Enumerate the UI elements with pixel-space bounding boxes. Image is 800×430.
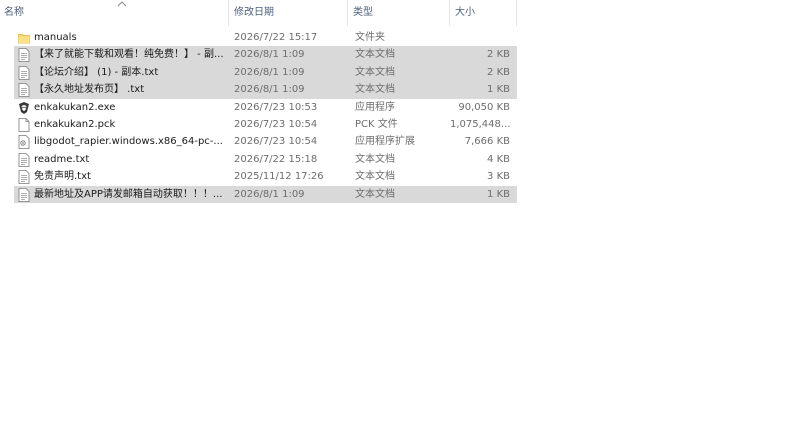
file-row[interactable]: enkakukan2.exe 2026/7/23 10:53 应用程序 90,050 … bbox=[14, 99, 517, 116]
file-row[interactable]: manuals 2026/7/22 15:17 文件夹 bbox=[14, 29, 517, 46]
file-modified-date: 2026/7/23 10:54 bbox=[234, 136, 318, 148]
file-name: readme.txt bbox=[34, 153, 90, 165]
column-header-name[interactable]: 名称 bbox=[0, 0, 229, 26]
file-modified-date: 2025/11/12 17:26 bbox=[234, 171, 324, 183]
file-size: 1 KB bbox=[487, 84, 510, 96]
column-header-bar: 名称 修改日期 类型 大小 bbox=[0, 0, 517, 26]
dll-file-icon bbox=[18, 135, 30, 150]
file-type: 文本文档 bbox=[355, 188, 395, 200]
file-modified-date: 2026/8/1 1:09 bbox=[234, 66, 305, 78]
blank-file-icon bbox=[18, 118, 30, 132]
file-modified-date: 2026/8/1 1:09 bbox=[234, 84, 305, 96]
file-name: 【论坛介绍】 (1) - 副本.txt bbox=[34, 66, 159, 78]
file-row[interactable]: 免责声明.txt 2025/11/12 17:26 文本文档 3 KB bbox=[14, 168, 517, 185]
text-file-icon bbox=[18, 152, 30, 167]
file-row[interactable]: 最新地址及APP请发邮箱自动获取！！！... 2026/8/1 1:09 文本文档 1… bbox=[14, 185, 517, 203]
file-type: 文本文档 bbox=[355, 84, 395, 96]
file-name: 【永久地址发布页】 .txt bbox=[34, 84, 145, 96]
file-size: 3 KB bbox=[487, 171, 510, 183]
file-size: 1 KB bbox=[487, 188, 510, 200]
column-header-type-label: 类型 bbox=[353, 7, 373, 18]
file-name: 免责声明.txt bbox=[34, 171, 91, 183]
text-file-icon bbox=[18, 48, 30, 63]
column-header-size-label: 大小 bbox=[455, 7, 475, 18]
file-size bbox=[450, 29, 510, 46]
file-type: PCK 文件 bbox=[355, 118, 398, 130]
file-type: 文本文档 bbox=[355, 66, 395, 78]
file-modified-date: 2026/7/22 15:18 bbox=[234, 153, 318, 165]
column-header-date-label: 修改日期 bbox=[234, 7, 274, 18]
sort-ascending-icon bbox=[117, 1, 127, 7]
file-name: libgodot_rapier.windows.x86_64-pc-... bbox=[34, 136, 223, 148]
file-name: enkakukan2.pck bbox=[34, 118, 116, 130]
column-header-type[interactable]: 类型 bbox=[349, 0, 450, 26]
app-exe-icon bbox=[18, 101, 30, 115]
file-row[interactable]: 【论坛介绍】 (1) - 副本.txt 2026/8/1 1:09 文本文档 2 KB bbox=[14, 63, 517, 82]
text-file-icon bbox=[18, 170, 30, 185]
file-size: 1,075,448... bbox=[450, 118, 510, 130]
file-size: 90,050 KB bbox=[458, 101, 510, 113]
file-modified-date: 2026/8/1 1:09 bbox=[234, 49, 305, 61]
text-file-icon bbox=[18, 65, 30, 80]
file-modified-date: 2026/7/23 10:53 bbox=[234, 101, 318, 113]
file-size: 4 KB bbox=[487, 153, 510, 165]
file-name: 【来了就能下载和观看！纯免费！】 - 副... bbox=[34, 49, 224, 61]
file-modified-date: 2026/7/23 10:54 bbox=[234, 118, 318, 130]
file-name: manuals bbox=[34, 32, 77, 43]
file-name: enkakukan2.exe bbox=[34, 101, 116, 113]
file-row[interactable]: readme.txt 2026/7/22 15:18 文本文档 4 KB bbox=[14, 151, 517, 168]
file-row[interactable]: 【永久地址发布页】 .txt 2026/8/1 1:09 文本文档 1 KB bbox=[14, 81, 517, 99]
file-type: 文本文档 bbox=[355, 171, 395, 183]
file-modified-date: 2026/8/1 1:09 bbox=[234, 188, 305, 200]
file-size: 2 KB bbox=[487, 66, 510, 78]
file-size: 2 KB bbox=[487, 49, 510, 61]
file-size: 7,666 KB bbox=[464, 136, 510, 148]
file-list: manuals 2026/7/22 15:17 文件夹【来了就能下载和观看！纯免费！… bbox=[14, 29, 517, 203]
file-type: 文本文档 bbox=[355, 49, 395, 61]
column-header-date[interactable]: 修改日期 bbox=[230, 0, 348, 26]
file-row[interactable]: enkakukan2.pck 2026/7/23 10:54 PCK 文件 1,075… bbox=[14, 116, 517, 133]
file-type: 文件夹 bbox=[355, 32, 385, 43]
file-name: 最新地址及APP请发邮箱自动获取！！！... bbox=[34, 188, 223, 200]
file-modified-date: 2026/7/22 15:17 bbox=[234, 32, 318, 43]
column-header-size[interactable]: 大小 bbox=[451, 0, 517, 26]
file-type: 应用程序 bbox=[355, 101, 395, 113]
file-type: 文本文档 bbox=[355, 153, 395, 165]
column-header-name-label: 名称 bbox=[4, 7, 24, 18]
folder-icon bbox=[18, 31, 30, 45]
file-type: 应用程序扩展 bbox=[355, 136, 415, 148]
text-file-icon bbox=[18, 187, 30, 202]
file-row[interactable]: 【来了就能下载和观看！纯免费！】 - 副... 2026/8/1 1:09 文本文档… bbox=[14, 46, 517, 64]
file-row[interactable]: libgodot_rapier.windows.x86_64-pc-... 202… bbox=[14, 133, 517, 150]
text-file-icon bbox=[18, 83, 30, 98]
